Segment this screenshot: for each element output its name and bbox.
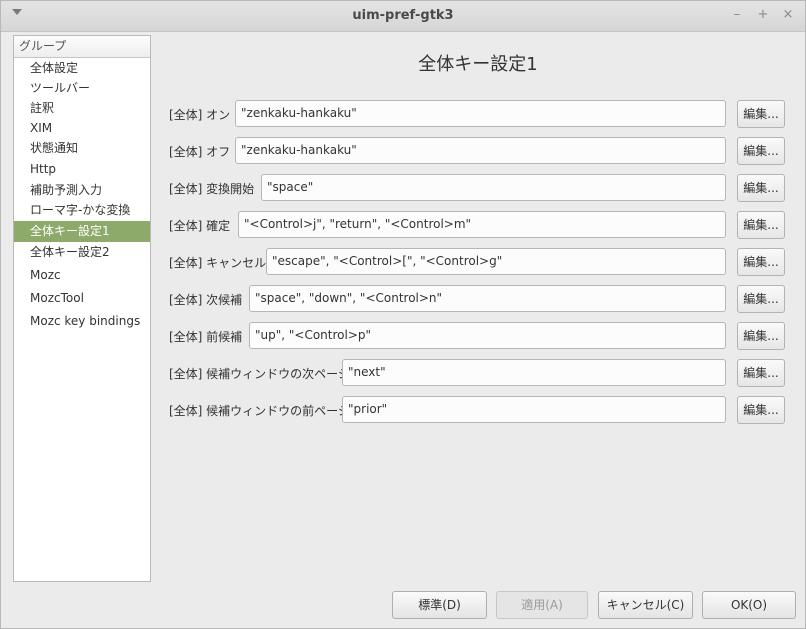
sidebar-item-mozc-key-bindings[interactable]: Mozc key bindings	[14, 311, 150, 332]
edit-button[interactable]: 編集...	[737, 396, 785, 424]
key-setting-row: [全体] 前候補 "up", "<Control>p" 編集...	[169, 322, 785, 350]
key-setting-label: [全体] キャンセル	[169, 256, 267, 270]
edit-button[interactable]: 編集...	[737, 174, 785, 202]
sidebar-item-annotation[interactable]: 註釈	[14, 98, 150, 119]
edit-button[interactable]: 編集...	[737, 100, 785, 128]
sidebar-item-global-keys-2[interactable]: 全体キー設定2	[14, 242, 150, 263]
key-setting-field[interactable]: "escape", "<Control>[", "<Control>g"	[266, 248, 726, 275]
default-button[interactable]: 標準(D)	[392, 591, 487, 619]
key-setting-field[interactable]: "up", "<Control>p"	[249, 322, 726, 349]
edit-button[interactable]: 編集...	[737, 137, 785, 165]
maximize-icon[interactable]: +	[756, 7, 770, 23]
minimize-icon[interactable]: –	[730, 7, 744, 23]
key-setting-field[interactable]: "zenkaku-hankaku"	[235, 137, 726, 164]
key-setting-label: [全体] オン	[169, 108, 231, 122]
sidebar-item-global-keys-1[interactable]: 全体キー設定1	[14, 221, 150, 242]
sidebar-item-mozctool[interactable]: MozcTool	[14, 288, 150, 309]
sidebar-item-toolbar[interactable]: ツールバー	[14, 78, 150, 99]
edit-button[interactable]: 編集...	[737, 359, 785, 387]
key-setting-field[interactable]: "<Control>j", "return", "<Control>m"	[238, 211, 726, 238]
key-setting-field[interactable]: "zenkaku-hankaku"	[235, 100, 726, 127]
sidebar-item-http[interactable]: Http	[14, 159, 150, 180]
apply-button[interactable]: 適用(A)	[496, 591, 588, 619]
key-setting-label: [全体] 候補ウィンドウの前ページ	[169, 404, 350, 418]
preferences-window: uim-pref-gtk3 – + × グループ 全体設定 ツールバー 註釈 X…	[0, 0, 806, 629]
key-setting-row: [全体] 変換開始 "space" 編集...	[169, 174, 785, 202]
sidebar-item-status[interactable]: 状態通知	[14, 138, 150, 159]
key-setting-label: [全体] 次候補	[169, 293, 243, 307]
page-title: 全体キー設定1	[418, 54, 538, 75]
key-setting-row: [全体] オン "zenkaku-hankaku" 編集...	[169, 100, 785, 128]
key-setting-label: [全体] 前候補	[169, 330, 243, 344]
ok-button[interactable]: OK(O)	[702, 591, 796, 619]
key-setting-label: [全体] 確定	[169, 219, 231, 233]
key-setting-label: [全体] オフ	[169, 145, 231, 159]
sidebar-item-prediction[interactable]: 補助予測入力	[14, 180, 150, 201]
edit-button[interactable]: 編集...	[737, 248, 785, 276]
window-title: uim-pref-gtk3	[352, 8, 454, 23]
key-setting-field[interactable]: "prior"	[342, 396, 726, 423]
key-setting-field[interactable]: "next"	[342, 359, 726, 386]
key-setting-label: [全体] 変換開始	[169, 182, 255, 196]
key-setting-label: [全体] 候補ウィンドウの次ページ	[169, 367, 350, 381]
key-setting-row: [全体] オフ "zenkaku-hankaku" 編集...	[169, 137, 785, 165]
sidebar-item-xim[interactable]: XIM	[14, 118, 150, 139]
group-list-header[interactable]: グループ	[14, 36, 150, 58]
sidebar-item-romaji-kana[interactable]: ローマ字-かな変換	[14, 200, 150, 221]
key-setting-row: [全体] 次候補 "space", "down", "<Control>n" 編…	[169, 285, 785, 313]
key-setting-row: [全体] キャンセル "escape", "<Control>[", "<Con…	[169, 248, 785, 276]
key-setting-row: [全体] 確定 "<Control>j", "return", "<Contro…	[169, 211, 785, 239]
group-list: グループ 全体設定 ツールバー 註釈 XIM 状態通知 Http 補助予測入力 …	[13, 35, 151, 582]
key-setting-row: [全体] 候補ウィンドウの前ページ "prior" 編集...	[169, 396, 785, 424]
title-bar: uim-pref-gtk3 – + ×	[1, 1, 805, 32]
sidebar-item-mozc[interactable]: Mozc	[14, 265, 150, 286]
key-setting-field[interactable]: "space"	[261, 174, 726, 201]
edit-button[interactable]: 編集...	[737, 211, 785, 239]
sidebar-item-global[interactable]: 全体設定	[14, 58, 150, 79]
key-setting-field[interactable]: "space", "down", "<Control>n"	[249, 285, 726, 312]
edit-button[interactable]: 編集...	[737, 285, 785, 313]
edit-button[interactable]: 編集...	[737, 322, 785, 350]
close-icon[interactable]: ×	[781, 7, 795, 23]
cancel-button[interactable]: キャンセル(C)	[598, 591, 693, 619]
key-setting-row: [全体] 候補ウィンドウの次ページ "next" 編集...	[169, 359, 785, 387]
